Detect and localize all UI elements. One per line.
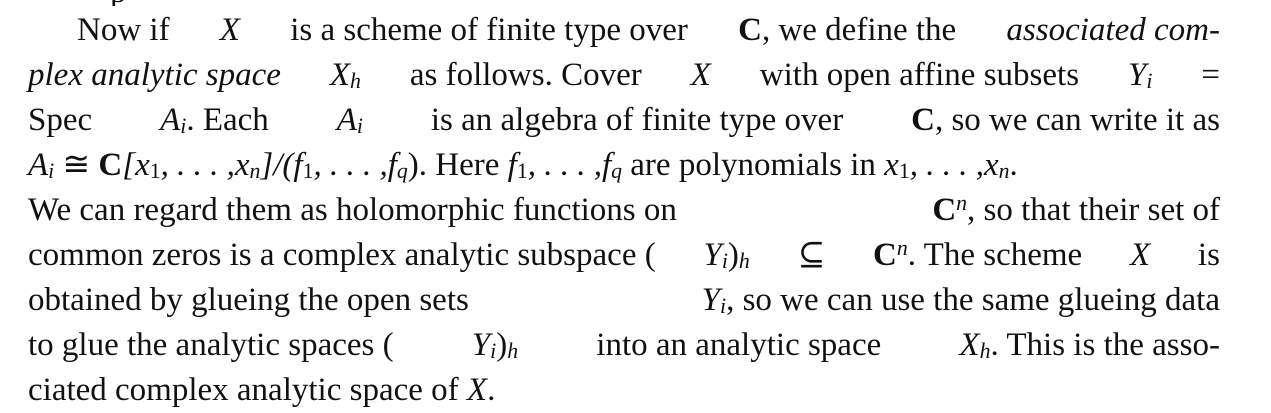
math-variable: A [336, 102, 357, 138]
math-variable: Y [701, 282, 721, 318]
math-expression: [x [122, 147, 150, 183]
text-span: is a scheme of finite type over [290, 12, 688, 48]
math-variable: f [601, 147, 612, 183]
math-variable: X [329, 57, 351, 93]
text-line-7: obtained by glueing the open sets Yi, so… [28, 278, 1220, 323]
text-span: is an algebra of finite type over [430, 102, 844, 138]
text-span: ). Here [407, 147, 500, 183]
math-variable: A [28, 147, 49, 183]
math-subscript: h [507, 338, 519, 363]
math-variable: X [959, 327, 980, 363]
math-operator: ≅ [62, 147, 91, 183]
math-field-symbol: C [873, 237, 897, 273]
math-variable: X [466, 372, 488, 408]
math-subscript: n [249, 158, 261, 183]
math-variable: A [160, 102, 181, 138]
math-subscript: 1 [516, 158, 528, 183]
math-field-symbol: C [932, 192, 957, 228]
text-span: . [487, 372, 496, 408]
text-line-2: plex analytic space Xh as follows. Cover… [28, 53, 1220, 98]
text-span: , so we can use the same glueing data [726, 282, 1220, 318]
math-superscript: n [896, 236, 908, 261]
math-variable: x [884, 147, 899, 183]
math-superscript: n [956, 191, 968, 216]
math-subscript: q [396, 158, 408, 183]
math-subscript: i [180, 113, 187, 138]
math-variable: Y [703, 237, 722, 273]
math-subscript: i [48, 158, 55, 183]
text-span: to glue the analytic spaces ( [28, 327, 394, 363]
math-variable: X [1129, 237, 1151, 273]
text-line-4: Ai ≅ C[x1, . . . ,xn]/(f1, . . . ,fq). H… [28, 143, 1220, 188]
text-line-6: common zeros is a complex analytic subsp… [28, 233, 1220, 278]
text-span: ) [496, 327, 508, 363]
emphasized-term: associated com- [1006, 12, 1220, 48]
text-line-8: to glue the analytic spaces ( Yi)h into … [28, 323, 1220, 368]
text-span: obtained by glueing the open sets [28, 282, 469, 318]
text-span: common zeros is a complex analytic subsp… [28, 237, 656, 273]
math-subscript: 1 [302, 158, 314, 183]
text-span: into an analytic space [596, 327, 882, 363]
text-span: . This is the asso- [990, 327, 1220, 363]
math-subscript: n [998, 158, 1010, 183]
emphasized-term: plex analytic space [28, 57, 281, 93]
document-page: Now if X is a scheme of finite type over… [28, 8, 1220, 413]
math-expression: ]/(f [260, 147, 303, 183]
math-variable: X [219, 12, 240, 48]
text-span: as follows. Cover [409, 57, 642, 93]
text-span: , so we can write it as [934, 102, 1220, 138]
text-line-3: Spec Ai. Each Ai is an algebra of finite… [28, 98, 1220, 143]
math-subscript: h [350, 68, 361, 93]
text-span: with open affine subsets [759, 57, 1080, 93]
math-field-symbol: C [911, 102, 935, 138]
text-span: . [1009, 147, 1018, 183]
math-field-symbol: C [738, 12, 762, 48]
math-operator: ⊆ [797, 237, 826, 273]
text-span: Spec [28, 102, 93, 138]
math-variable: Y [1127, 57, 1147, 93]
text-span: are polynomials in [630, 147, 876, 183]
text-span: , we define the [761, 12, 957, 48]
text-line-9: ciated complex analytic space of X. [28, 368, 1220, 413]
math-subscript: h [738, 248, 750, 273]
math-expression: , . . . ,x [160, 147, 250, 183]
math-expression: , . . . , [527, 147, 602, 183]
math-subscript: i [721, 248, 728, 273]
math-subscript: q [611, 158, 623, 183]
text-span: Now if [77, 12, 170, 48]
text-line-1: Now if X is a scheme of finite type over… [28, 8, 1220, 53]
text-span: ciated complex analytic space of [28, 372, 459, 408]
text-line-5: We can regard them as holomorphic functi… [28, 188, 1220, 233]
math-field-symbol: C [98, 147, 123, 183]
math-subscript: i [720, 293, 727, 318]
math-subscript: i [490, 338, 497, 363]
text-span: . Each [186, 102, 269, 138]
math-subscript: i [356, 113, 363, 138]
math-subscript: h [979, 338, 991, 363]
math-subscript: 1 [149, 158, 161, 183]
math-variable: f [507, 147, 517, 183]
text-span: ) [727, 237, 739, 273]
math-subscript: 1 [898, 158, 910, 183]
math-subscript: i [1146, 68, 1153, 93]
text-span: We can regard them as holomorphic functi… [28, 192, 677, 228]
math-variable: X [690, 57, 711, 93]
text-span: is [1197, 237, 1220, 273]
math-expression: , . . . ,x [909, 147, 999, 183]
math-expression: , . . . ,f [313, 147, 397, 183]
math-variable: Y [471, 327, 491, 363]
cut-off-previous-line: p [0, 0, 1271, 6]
text-span: , so that their set of [967, 192, 1220, 228]
math-operator: = [1201, 57, 1220, 93]
text-span: . The scheme [907, 237, 1083, 273]
